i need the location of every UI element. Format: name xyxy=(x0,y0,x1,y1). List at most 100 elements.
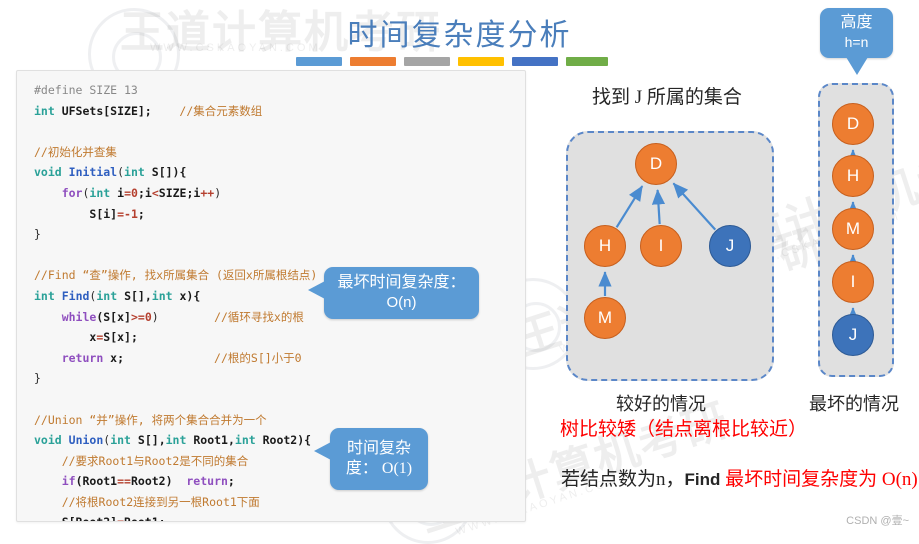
code-token: Find xyxy=(61,288,90,303)
code-token: int xyxy=(124,165,145,180)
code-token: 1 xyxy=(130,206,138,221)
code-token: //根的S[]小于0 xyxy=(214,350,302,365)
code-token: 0 xyxy=(144,309,152,324)
code-token: int xyxy=(151,288,173,303)
code-line: } xyxy=(34,368,521,389)
code-line: return x; //根的S[]小于0 xyxy=(34,348,521,369)
code-token: } xyxy=(34,371,41,386)
callout-height: 高度 h=n xyxy=(820,8,893,75)
graph-node-h-good: H xyxy=(584,225,626,267)
callout-union-complexity: 时间复杂 度： O(1) xyxy=(314,428,428,490)
code-line: //Union “并”操作, 将两个集合合并为一个 xyxy=(34,410,521,431)
code-token: while xyxy=(61,309,97,324)
code-token: = xyxy=(117,515,124,521)
code-token: //Find “查”操作, 找x所属集合 (返回x所属根结点) xyxy=(34,268,318,283)
code-token: Initial xyxy=(68,165,118,180)
good-case-caption: 较好的情况 xyxy=(616,394,706,414)
callout-find-complexity: 最坏时间复杂度： O(n) xyxy=(308,267,479,319)
code-token: SIZE xyxy=(158,185,187,200)
code-token: ) xyxy=(151,309,159,324)
code-token: //集合元素数组 xyxy=(179,103,263,118)
code-token: //Union “并”操作, 将两个集合合并为一个 xyxy=(34,412,267,427)
code-token: [SIZE]; xyxy=(103,103,152,118)
code-line: void Union(int S[],int Root1,int Root2){ xyxy=(34,430,521,451)
graph-node-i-worst: I xyxy=(832,261,874,303)
code-token: //初始化并查集 xyxy=(34,144,117,159)
code-token: ; xyxy=(227,474,235,489)
code-token: //要求Root1与Root2是不同的集合 xyxy=(61,453,249,468)
code-token: Root1; xyxy=(124,515,166,521)
code-token: ) xyxy=(214,185,222,200)
code-token: Union xyxy=(68,433,104,448)
graph-node-j-good: J xyxy=(709,225,751,267)
graph-node-d-good: D xyxy=(635,143,677,185)
accent-bar-3 xyxy=(404,57,450,66)
accent-bar-4 xyxy=(458,57,504,66)
accent-bar-1 xyxy=(296,57,342,66)
graph-node-j-worst: J xyxy=(832,314,874,356)
code-token: S[i] xyxy=(89,206,118,221)
code-token: Root2){ xyxy=(262,433,312,448)
graph-node-d-worst: D xyxy=(832,103,874,145)
graph-node-m-good: M xyxy=(584,297,626,339)
graph-node-m-worst: M xyxy=(832,208,874,250)
code-token: Root1, xyxy=(193,433,235,448)
code-token: //循环寻找x的根 xyxy=(214,309,304,324)
code-line: } xyxy=(34,224,521,245)
summary-prefix: 若结点数为n， xyxy=(561,469,685,490)
code-token: int xyxy=(34,288,55,303)
code-line: void Initial(int S[]){ xyxy=(34,162,521,183)
code-token: } xyxy=(34,227,41,242)
code-token: ++ xyxy=(200,185,215,200)
code-token: i xyxy=(144,185,152,200)
summary-find: Find xyxy=(684,470,726,489)
callout-find-line1: 最坏时间复杂度： xyxy=(337,274,466,292)
code-token: S[], xyxy=(124,288,152,303)
code-line: S[Root2]=Root1; xyxy=(34,512,521,521)
code-line: //要求Root1与Root2是不同的集合 xyxy=(34,451,521,472)
code-token: void xyxy=(34,165,62,180)
code-token: int xyxy=(34,103,55,118)
code-token: void xyxy=(34,433,62,448)
csdn-credit: CSDN @壹~ xyxy=(846,515,909,527)
code-token: UFSets xyxy=(54,103,104,118)
code-line: //将根Root2连接到另一根Root1下面 xyxy=(34,492,521,513)
good-case-note: 树比较矮（结点离根比较近） xyxy=(560,419,808,440)
code-token: 0 xyxy=(131,185,138,200)
code-token: >= xyxy=(130,309,145,324)
graph-node-h-worst: H xyxy=(832,155,874,197)
code-token: int xyxy=(96,288,118,303)
code-token: ( xyxy=(117,165,125,180)
code-line: x=S[x]; xyxy=(34,327,521,348)
worst-case-caption: 最坏的情况 xyxy=(809,394,899,414)
graph-node-i-good: I xyxy=(640,225,682,267)
code-token: int xyxy=(89,185,111,200)
code-token: =- xyxy=(117,206,131,221)
code-line: int UFSets[SIZE]; //集合元素数组 xyxy=(34,101,521,122)
code-token: for xyxy=(61,185,83,200)
code-token: Root2) xyxy=(130,474,173,489)
callout-union-line1: 时间复杂 xyxy=(346,440,411,458)
callout-height-line2: h=n xyxy=(844,34,869,50)
code-line: //初始化并查集 xyxy=(34,142,521,163)
code-token: //将根Root2连接到另一根Root1下面 xyxy=(61,494,260,509)
callout-union-line2: 度： O(1) xyxy=(345,460,413,477)
